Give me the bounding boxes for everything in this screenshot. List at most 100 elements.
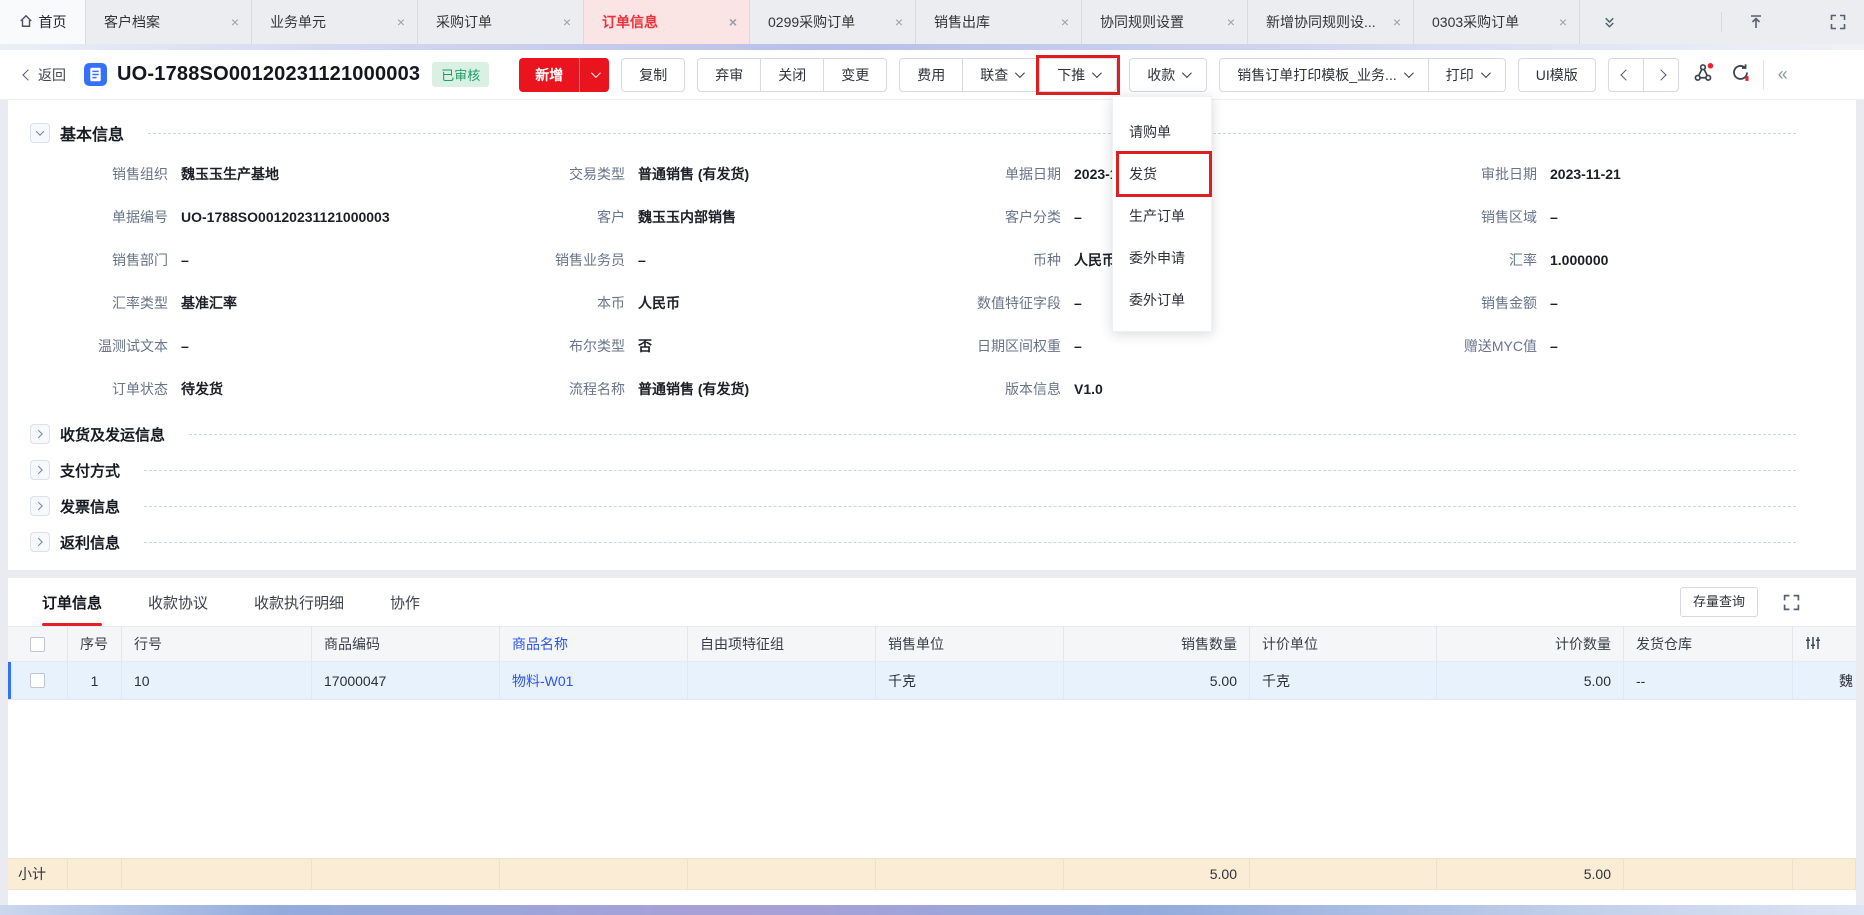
linked-query-label: 联查 bbox=[980, 59, 1008, 91]
add-button[interactable]: 新增 bbox=[519, 58, 579, 92]
prev-record-button[interactable] bbox=[1608, 58, 1644, 92]
col-sale-unit: 销售单位 bbox=[876, 627, 1064, 661]
tab-label: 新增协同规则设... bbox=[1266, 12, 1376, 32]
tab-collab-rule-settings[interactable]: 协同规则设置 × bbox=[1082, 0, 1248, 44]
row-checkbox[interactable] bbox=[30, 673, 45, 688]
add-split-button[interactable]: 新增 bbox=[519, 58, 609, 92]
refresh-icon[interactable] bbox=[1730, 62, 1751, 88]
menu-item-production-order[interactable]: 生产订单 bbox=[1113, 195, 1211, 237]
section-shipping-info-header[interactable]: 收货及发运信息 bbox=[30, 416, 1826, 452]
tab-business-unit[interactable]: 业务单元 × bbox=[252, 0, 418, 44]
col-sale-qty: 销售数量 bbox=[1064, 627, 1250, 661]
table-row[interactable]: 1 10 17000047 物料-W01 千克 5.00 千克 5.00 -- … bbox=[8, 662, 1856, 700]
order-form-panel: 基本信息 销售组织 魏玉玉生产基地 交易类型 普通销售 (有发货) 单据日期 2… bbox=[8, 100, 1856, 570]
add-dropdown-arrow[interactable] bbox=[579, 58, 609, 92]
subtotal-price-qty: 5.00 bbox=[1437, 859, 1624, 889]
close-order-button[interactable]: 关闭 bbox=[760, 58, 824, 92]
tab-purchase-order[interactable]: 采购订单 × bbox=[418, 0, 584, 44]
field-value: – bbox=[168, 338, 471, 354]
row-checkbox-cell[interactable] bbox=[8, 662, 68, 699]
tab-order-info[interactable]: 订单信息 × bbox=[584, 0, 750, 44]
menu-item-purchase-requisition[interactable]: 请购单 bbox=[1113, 111, 1211, 153]
field-value: – bbox=[1537, 295, 1826, 311]
close-icon[interactable]: × bbox=[1559, 14, 1567, 30]
close-icon[interactable]: × bbox=[729, 14, 737, 30]
linked-query-dropdown[interactable]: 联查 bbox=[962, 58, 1040, 92]
select-all-checkbox[interactable] bbox=[30, 637, 45, 652]
print-template-dropdown[interactable]: 销售订单打印模板_业务... bbox=[1219, 58, 1428, 92]
section-rebate-info-header[interactable]: 返利信息 bbox=[30, 524, 1826, 560]
push-down-dropdown[interactable]: 下推 bbox=[1039, 58, 1117, 92]
tab-home[interactable]: 首页 bbox=[0, 0, 86, 44]
field-label: 汇率 bbox=[1360, 250, 1537, 270]
tab-0299-purchase-order[interactable]: 0299采购订单 × bbox=[750, 0, 916, 44]
back-label: 返回 bbox=[38, 65, 66, 85]
collapse-right-panel-icon[interactable]: « bbox=[1763, 60, 1788, 90]
next-record-button[interactable] bbox=[1643, 58, 1679, 92]
receipt-dropdown[interactable]: 收款 bbox=[1129, 58, 1207, 92]
cell-product-name-link[interactable]: 物料-W01 bbox=[500, 662, 688, 699]
tab-customer-archive[interactable]: 客户档案 × bbox=[86, 0, 252, 44]
section-basic-info-header[interactable]: 基本信息 bbox=[30, 118, 1826, 148]
tab-0303-purchase-order[interactable]: 0303采购订单 × bbox=[1414, 0, 1580, 44]
tab-new-collab-rule[interactable]: 新增协同规则设... × bbox=[1248, 0, 1414, 44]
caret-down-icon bbox=[1092, 68, 1102, 78]
toolbar-icon-cluster bbox=[1693, 62, 1751, 88]
change-button[interactable]: 变更 bbox=[823, 58, 887, 92]
section-invoice-info-header[interactable]: 发票信息 bbox=[30, 488, 1826, 524]
detail-tab-receipt-execution[interactable]: 收款执行明细 bbox=[254, 588, 344, 617]
column-filter-icon[interactable] bbox=[1805, 635, 1821, 654]
receipt-label: 收款 bbox=[1147, 59, 1175, 91]
detail-tab-label: 订单信息 bbox=[42, 595, 102, 612]
ui-template-button[interactable]: UI模版 bbox=[1518, 58, 1596, 92]
relation-graph-icon[interactable] bbox=[1693, 62, 1714, 88]
close-icon[interactable]: × bbox=[1393, 14, 1401, 30]
field-value: – bbox=[1537, 209, 1826, 225]
cell-seq: 1 bbox=[68, 662, 122, 699]
detail-tab-order-info[interactable]: 订单信息 bbox=[42, 588, 102, 617]
chevron-right-icon[interactable] bbox=[30, 496, 50, 516]
cell-price-unit: 千克 bbox=[1250, 662, 1437, 699]
upload-icon[interactable] bbox=[1721, 12, 1764, 32]
detail-tab-receipt-agreement[interactable]: 收款协议 bbox=[148, 588, 208, 617]
detail-tab-collaboration[interactable]: 协作 bbox=[390, 588, 420, 617]
copy-button[interactable]: 复制 bbox=[621, 58, 685, 92]
tabbar-icons bbox=[1580, 0, 1864, 44]
field-value: 魏玉玉生产基地 bbox=[168, 164, 471, 184]
menu-item-shipment[interactable]: 发货 bbox=[1113, 153, 1211, 195]
close-icon[interactable]: × bbox=[1061, 14, 1069, 30]
field-value: 待发货 bbox=[168, 379, 471, 399]
detail-tab-label: 收款协议 bbox=[148, 595, 208, 612]
field-value: – bbox=[625, 252, 908, 268]
fullscreen-icon[interactable] bbox=[1830, 14, 1846, 30]
detail-tab-label: 协作 bbox=[390, 595, 420, 612]
abandon-approve-button[interactable]: 弃审 bbox=[697, 58, 761, 92]
menu-item-outsourcing-order[interactable]: 委外订单 bbox=[1113, 279, 1211, 321]
subtotal-row: 小计 5.00 5.00 bbox=[8, 858, 1856, 890]
header-checkbox-cell[interactable] bbox=[8, 627, 68, 661]
chevron-right-icon[interactable] bbox=[30, 424, 50, 444]
tab-label: 客户档案 bbox=[104, 12, 160, 32]
chevron-right-icon[interactable] bbox=[30, 532, 50, 552]
back-button[interactable]: 返回 bbox=[24, 65, 66, 85]
menu-item-outsourcing-request[interactable]: 委外申请 bbox=[1113, 237, 1211, 279]
col-line-no: 行号 bbox=[122, 627, 312, 661]
close-icon[interactable]: × bbox=[563, 14, 571, 30]
close-icon[interactable]: × bbox=[1227, 14, 1235, 30]
chevron-double-down-icon[interactable] bbox=[1602, 15, 1617, 30]
expand-table-icon[interactable] bbox=[1783, 594, 1800, 611]
col-product-name[interactable]: 商品名称 bbox=[500, 627, 688, 661]
print-dropdown[interactable]: 打印 bbox=[1428, 58, 1506, 92]
tab-sales-outbound[interactable]: 销售出库 × bbox=[916, 0, 1082, 44]
close-icon[interactable]: × bbox=[895, 14, 903, 30]
section-payment-method-header[interactable]: 支付方式 bbox=[30, 452, 1826, 488]
row-selected-indicator bbox=[8, 662, 11, 699]
section-title: 支付方式 bbox=[60, 460, 120, 481]
chevron-down-icon[interactable] bbox=[30, 123, 50, 143]
chevron-right-icon[interactable] bbox=[30, 460, 50, 480]
expense-button[interactable]: 费用 bbox=[899, 58, 963, 92]
close-icon[interactable]: × bbox=[397, 14, 405, 30]
close-icon[interactable]: × bbox=[231, 14, 239, 30]
collapsed-sections: 收货及发运信息 支付方式 发票信息 返利信息 bbox=[30, 416, 1826, 560]
stock-query-button[interactable]: 存量查询 bbox=[1680, 587, 1758, 617]
